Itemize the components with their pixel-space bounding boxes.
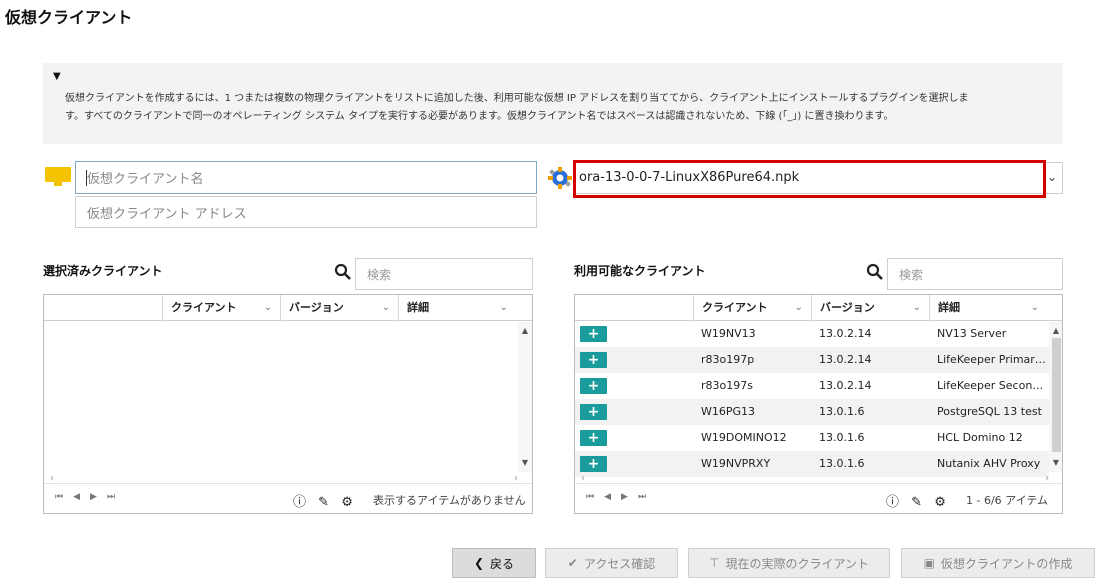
grid-footer: ⏮◀▶⏭ ⓘ ✎ ⚙ 1 - 6/6 アイテム [575,483,1062,513]
scroll-thumb [1052,338,1061,452]
chevron-left-icon: ❮ [473,556,485,570]
add-client-button[interactable]: + [580,430,607,446]
available-clients-title: 利用可能なクライアント [574,264,706,278]
cell-client: W19NV13 [701,327,756,340]
check-icon: ✔ [567,556,578,570]
chevron-down-icon: ⌄ [912,302,921,313]
address-placeholder: 仮想クライアント アドレス [87,206,247,222]
plugin-select[interactable]: ora-13-0-0-7-LinuxX86Pure64.npk ⌄ [574,162,1063,194]
table-row: + W19NV13 13.0.2.14 NV13 Server [575,321,1049,347]
add-client-button[interactable]: + [580,456,607,472]
cell-version: 13.0.2.14 [819,353,872,366]
plugin-value: ora-13-0-0-7-LinuxX86Pure64.npk [579,170,800,185]
check-access-button[interactable]: ✔ アクセス確認 [545,548,678,578]
cell-version: 13.0.2.14 [819,327,872,340]
virtual-client-address-input[interactable]: 仮想クライアント アドレス [75,196,537,228]
available-status: 1 - 6/6 アイテム [966,494,1049,507]
back-button[interactable]: ❮ 戻る [452,548,536,578]
table-row: + W16PG13 13.0.1.6 PostgreSQL 13 test [575,399,1049,425]
cell-detail: NV13 Server [937,327,1007,340]
selected-clients-grid: クライアント ⌄ バージョン ⌄ 詳細 ⌄ ▲ ▼ ‹ › ⏮◀▶⏭ ⓘ ✎ ⚙ 表示… [43,294,533,514]
cell-detail: HCL Domino 12 [937,431,1023,444]
selected-clients-title: 選択済みクライアント [43,264,163,278]
selected-search-input[interactable]: 検索 [355,258,533,290]
selected-status: 表示するアイテムがありません [373,494,526,507]
chevron-down-icon: ⌄ [794,302,803,313]
column-version[interactable]: バージョン ⌄ [811,295,929,321]
cell-detail: Nutanix AHV Proxy [937,457,1041,470]
pager-icons[interactable]: ⏮◀▶⏭ [55,492,125,502]
table-row: + W19NVPRXY 13.0.1.6 Nutanix AHV Proxy [575,451,1049,477]
vertical-scrollbar[interactable]: ▲ ▼ [1049,322,1062,472]
grid-header: クライアント ⌄ バージョン ⌄ 詳細 ⌄ [44,295,532,321]
info-line-2: す。すべてのクライアントで同一のオペレーティング システム タイプを実行する必要… [65,111,894,122]
edit-icon[interactable]: ✎ [911,495,922,510]
chevron-down-icon: ⌄ [499,302,508,313]
cell-client: r83o197p [701,353,755,366]
available-clients-grid: クライアント ⌄ バージョン ⌄ 詳細 ⌄ + W19NV13 13.0.2.14 NV13… [574,294,1063,514]
chevron-down-icon: ⌄ [263,302,272,313]
footer-tools: ⓘ ✎ ⚙ [886,491,954,510]
cell-client: W19DOMINO12 [701,431,787,444]
column-detail[interactable]: 詳細 ⌄ [929,295,1047,321]
filter-icon: ⊤ [709,556,720,570]
table-row: + r83o197s 13.0.2.14 LifeKeeper Second… [575,373,1049,399]
vertical-scrollbar[interactable]: ▲ ▼ [518,322,532,472]
cell-version: 13.0.1.6 [819,431,865,444]
cell-client: W19NVPRXY [701,457,771,470]
network-icon[interactable]: ⚙ [934,495,946,510]
search-icon[interactable] [866,263,884,281]
info-icon[interactable]: ⓘ [293,491,306,510]
cell-client: W16PG13 [701,405,756,418]
column-version[interactable]: バージョン ⌄ [280,295,398,321]
chevron-down-icon: ⌄ [1030,302,1039,313]
collapse-toggle-icon[interactable]: ▼ [53,71,61,82]
scroll-up-icon: ▲ [1052,326,1060,335]
monitor-icon [45,167,71,187]
search-icon[interactable] [334,263,352,281]
column-client[interactable]: クライアント ⌄ [162,295,280,321]
table-row: + W19DOMINO12 13.0.1.6 HCL Domino 12 [575,425,1049,451]
save-icon: ▣ [923,556,935,570]
available-search-input[interactable]: 検索 [887,258,1063,290]
info-line-1: 仮想クライアントを作成するには、1 つまたは複数の物理クライアントをリストに追加… [65,93,969,104]
cell-version: 13.0.1.6 [819,405,865,418]
available-search-placeholder: 検索 [899,267,924,282]
plugin-icon [548,167,572,189]
add-client-button[interactable]: + [580,326,607,342]
edit-icon[interactable]: ✎ [318,495,329,510]
column-detail[interactable]: 詳細 ⌄ [398,295,516,321]
cell-client: r83o197s [701,379,753,392]
table-row: + r83o197p 13.0.2.14 LifeKeeper Primar… [575,347,1049,373]
scroll-up-icon: ▲ [521,326,529,335]
page-title: 仮想クライアント [5,8,133,27]
current-clients-button[interactable]: ⊤ 現在の実際のクライアント [688,548,890,578]
network-icon[interactable]: ⚙ [341,495,353,510]
column-client[interactable]: クライアント ⌄ [693,295,811,321]
grid-header: クライアント ⌄ バージョン ⌄ 詳細 ⌄ [575,295,1062,321]
footer-tools: ⓘ ✎ ⚙ [293,491,361,510]
cell-detail: LifeKeeper Primar… [937,353,1046,366]
name-placeholder: 仮想クライアント名 [87,172,204,187]
info-panel: ▼ 仮想クライアントを作成するには、1 つまたは複数の物理クライアントをリストに… [43,63,1063,144]
scroll-down-icon: ▼ [1052,458,1060,467]
chevron-down-icon[interactable]: ⌄ [1047,170,1057,184]
cell-detail: LifeKeeper Second… [937,379,1047,392]
grid-footer: ⏮◀▶⏭ ⓘ ✎ ⚙ 表示するアイテムがありません [44,483,532,513]
pager-icons[interactable]: ⏮◀▶⏭ [586,492,656,502]
add-client-button[interactable]: + [580,352,607,368]
create-virtual-client-button[interactable]: ▣ 仮想クライアントの作成 [901,548,1095,578]
info-text: 仮想クライアントを作成するには、1 つまたは複数の物理クライアントをリストに追加… [65,90,1050,126]
cell-detail: PostgreSQL 13 test [937,405,1042,418]
scroll-down-icon: ▼ [521,458,529,467]
add-client-button[interactable]: + [580,378,607,394]
info-icon[interactable]: ⓘ [886,491,899,510]
selected-search-placeholder: 検索 [367,267,392,282]
chevron-down-icon: ⌄ [381,302,390,313]
virtual-client-name-input[interactable]: 仮想クライアント名 [75,161,537,194]
cell-version: 13.0.1.6 [819,457,865,470]
add-client-button[interactable]: + [580,404,607,420]
cell-version: 13.0.2.14 [819,379,872,392]
